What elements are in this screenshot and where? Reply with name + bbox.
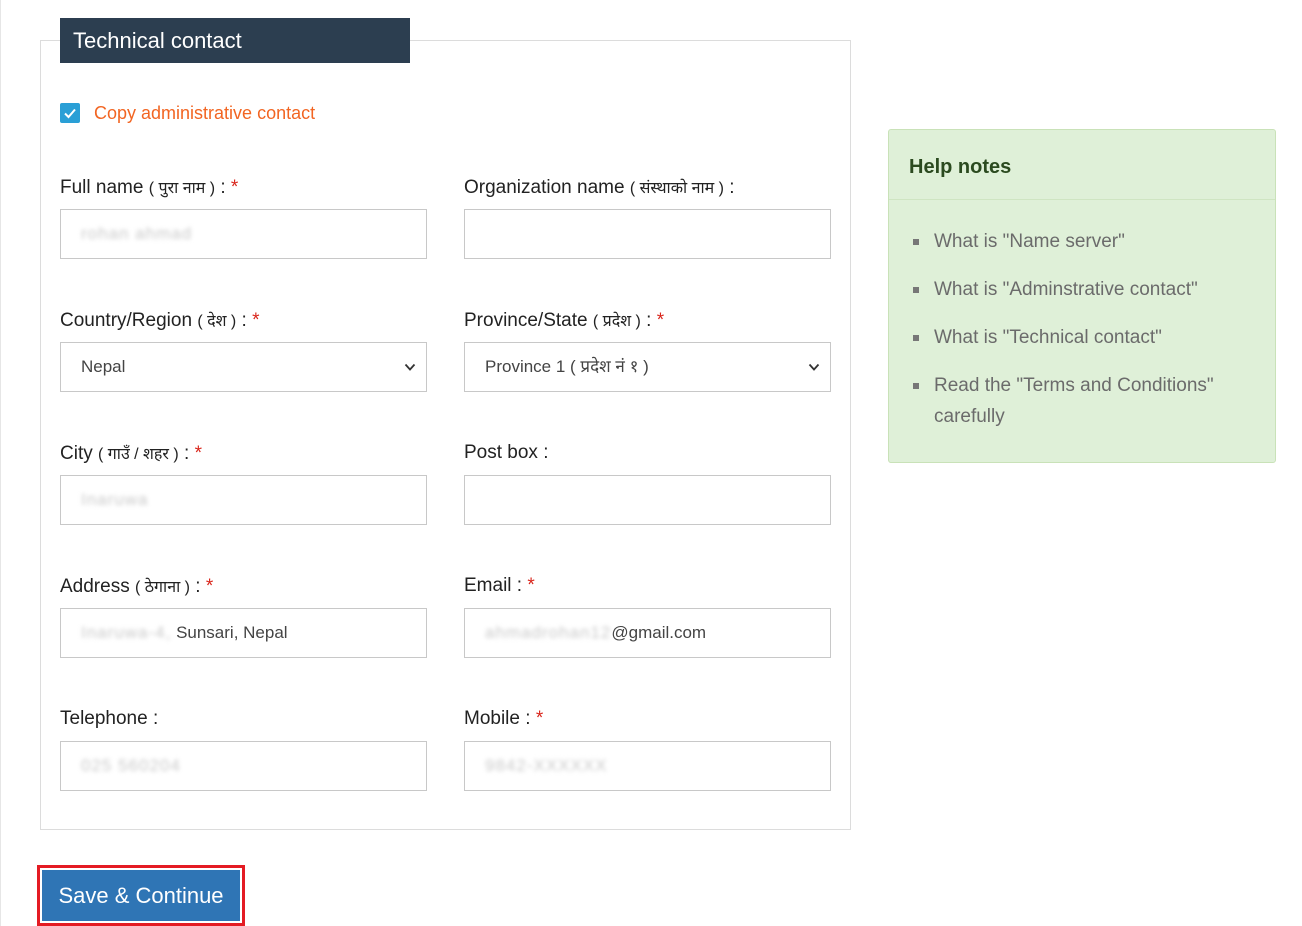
save-continue-button[interactable]: Save & Continue: [42, 870, 240, 921]
technical-contact-panel: [40, 40, 851, 830]
bullet-icon: [913, 335, 919, 341]
email-label: Email : *: [464, 575, 535, 596]
help-notes-title: Help notes: [889, 130, 1275, 200]
bullet-icon: [913, 239, 919, 245]
address-label: Address ( ठेगाना ) : *: [60, 576, 214, 597]
help-link-technical-contact[interactable]: What is "Technical contact": [913, 322, 1253, 353]
copy-admin-label[interactable]: Copy administrative contact: [94, 103, 315, 124]
telephone-input[interactable]: 025 560204: [60, 741, 427, 791]
post-box-label: Post box :: [464, 442, 549, 463]
post-box-input[interactable]: [464, 475, 831, 525]
full-name-input[interactable]: rohan ahmad: [60, 209, 427, 259]
organization-name-label: Organization name ( संस्थाको नाम ) :: [464, 177, 735, 198]
chevron-down-icon: [404, 363, 416, 371]
help-link-administrative-contact[interactable]: What is "Adminstrative contact": [913, 274, 1253, 305]
left-border: [0, 0, 1, 926]
chevron-down-icon: [808, 363, 820, 371]
help-notes-list: What is "Name server" What is "Adminstra…: [913, 226, 1253, 449]
full-name-label: Full name ( पुरा नाम ) : *: [60, 177, 239, 198]
province-select[interactable]: Province 1 ( प्रदेश नं १ ): [464, 342, 831, 392]
mobile-input[interactable]: 9842-XXXXXX: [464, 741, 831, 791]
telephone-label: Telephone :: [60, 708, 159, 729]
help-notes-panel: Help notes What is "Name server" What is…: [888, 129, 1276, 463]
country-label: Country/Region ( देश ) : *: [60, 310, 260, 331]
province-label: Province/State ( प्रदेश ) : *: [464, 310, 665, 331]
copy-admin-checkbox[interactable]: [60, 103, 80, 123]
copy-admin-contact-row[interactable]: Copy administrative contact: [60, 102, 315, 124]
mobile-label: Mobile : *: [464, 708, 544, 729]
address-input[interactable]: Inaruwa-4, Sunsari, Nepal: [60, 608, 427, 658]
help-link-terms-conditions[interactable]: Read the "Terms and Conditions" carefull…: [913, 370, 1253, 432]
checkmark-icon: [64, 108, 76, 119]
email-input[interactable]: ahmadrohan12@gmail.com: [464, 608, 831, 658]
city-label: City ( गाउँ / शहर ) : *: [60, 443, 202, 464]
help-link-name-server[interactable]: What is "Name server": [913, 226, 1253, 257]
section-title: Technical contact: [60, 18, 410, 63]
bullet-icon: [913, 287, 919, 293]
organization-name-input[interactable]: [464, 209, 831, 259]
country-select[interactable]: Nepal: [60, 342, 427, 392]
bullet-icon: [913, 383, 919, 389]
city-input[interactable]: Inaruwa: [60, 475, 427, 525]
